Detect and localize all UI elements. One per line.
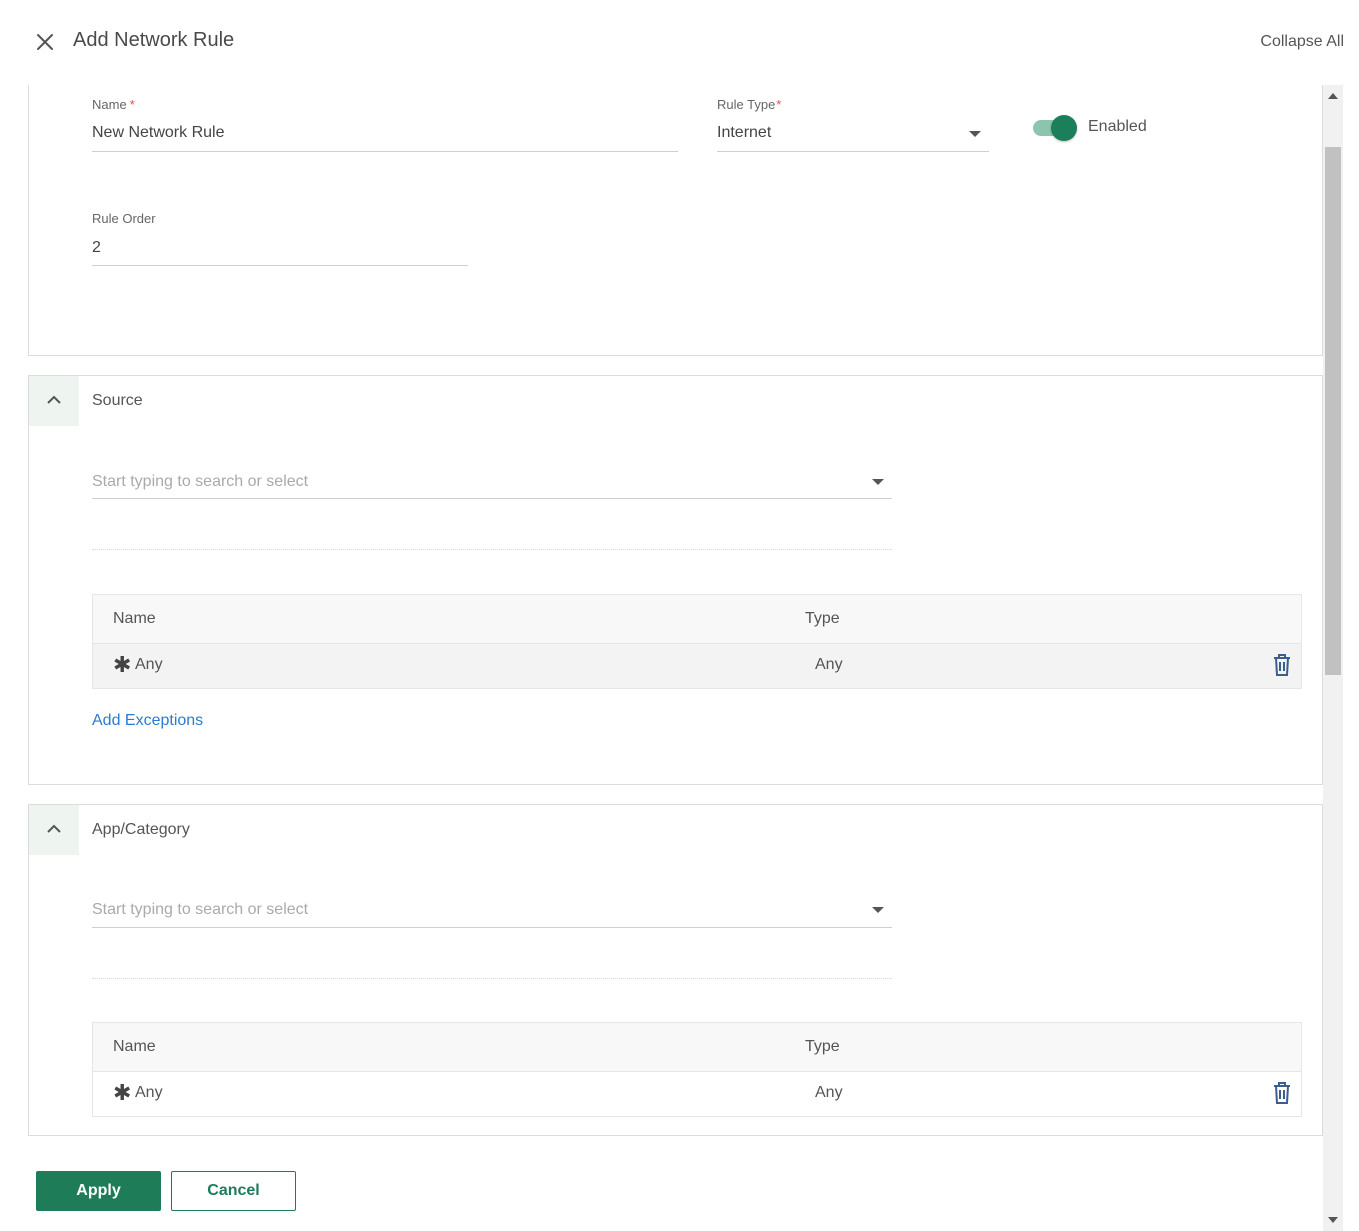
source-table: Name Type ✱ Any Any [92, 594, 1302, 689]
vertical-scrollbar[interactable] [1323, 85, 1343, 1231]
app-category-collapse-button[interactable] [29, 805, 79, 855]
required-mark: * [129, 97, 135, 112]
rule-type-label: Rule Type* [717, 97, 782, 112]
collapse-all-button[interactable]: Collapse All [1260, 33, 1344, 51]
add-exceptions-link[interactable]: Add Exceptions [92, 712, 203, 730]
table-header: Name Type [93, 595, 1301, 644]
source-selection-area [92, 549, 892, 550]
asterisk-icon: ✱ [113, 652, 132, 677]
chevron-up-icon [47, 395, 61, 404]
source-search-underline [92, 498, 892, 499]
rule-order-label: Rule Order [92, 211, 156, 226]
enabled-label: Enabled [1088, 118, 1147, 135]
app-category-search-underline [92, 927, 892, 928]
general-panel: Name * New Network Rule Rule Type* Intern… [28, 85, 1323, 356]
scrollbar-thumb[interactable] [1325, 147, 1341, 675]
enabled-toggle[interactable] [1031, 115, 1079, 141]
chevron-up-icon [47, 824, 61, 833]
table-header: Name Type [93, 1023, 1301, 1072]
app-category-table: Name Type ✱ Any Any [92, 1022, 1302, 1117]
rule-type-underline [717, 151, 989, 152]
app-category-title: App/Category [92, 821, 190, 838]
app-category-panel: App/Category Start typing to search or s… [28, 804, 1323, 1136]
source-title: Source [92, 392, 143, 409]
name-input[interactable]: New Network Rule [92, 124, 224, 142]
source-search-input[interactable]: Start typing to search or select [92, 473, 308, 491]
table-row: ✱ Any Any [93, 644, 1301, 688]
name-underline [92, 151, 678, 152]
rule-order-input[interactable]: 2 [92, 239, 101, 257]
row-name: Any [135, 656, 163, 673]
apply-button[interactable]: Apply [36, 1171, 161, 1211]
row-name: Any [135, 1084, 163, 1101]
caret-down-icon[interactable] [872, 479, 884, 485]
row-type: Any [815, 656, 843, 673]
form-scroll-area: Name * New Network Rule Rule Type* Intern… [0, 85, 1323, 1231]
close-icon[interactable] [34, 31, 56, 53]
app-category-selection-area [92, 978, 892, 979]
rule-order-underline [92, 265, 468, 266]
required-mark: * [776, 97, 782, 112]
scroll-down-arrow-icon[interactable] [1328, 1217, 1338, 1223]
toggle-knob [1051, 115, 1077, 141]
caret-down-icon[interactable] [969, 131, 981, 137]
table-row: ✱ Any Any [93, 1072, 1301, 1116]
column-header-name: Name [113, 1038, 156, 1055]
source-panel: Source Start typing to search or select … [28, 375, 1323, 785]
caret-down-icon[interactable] [872, 907, 884, 913]
trash-icon[interactable] [1271, 1081, 1293, 1105]
asterisk-icon: ✱ [113, 1080, 132, 1105]
app-category-search-input[interactable]: Start typing to search or select [92, 901, 308, 919]
dialog-header: Add Network Rule Collapse All [0, 0, 1359, 85]
name-label: Name * [92, 97, 135, 112]
column-header-type: Type [805, 1038, 840, 1055]
scroll-up-arrow-icon[interactable] [1328, 93, 1338, 99]
column-header-name: Name [113, 610, 156, 627]
column-header-type: Type [805, 610, 840, 627]
source-collapse-button[interactable] [29, 376, 79, 426]
trash-icon[interactable] [1271, 653, 1293, 677]
cancel-button[interactable]: Cancel [171, 1171, 296, 1211]
row-type: Any [815, 1084, 843, 1101]
dialog-footer: Apply Cancel [0, 1160, 1323, 1231]
page-title: Add Network Rule [73, 29, 235, 51]
rule-type-select[interactable]: Internet [717, 124, 771, 142]
